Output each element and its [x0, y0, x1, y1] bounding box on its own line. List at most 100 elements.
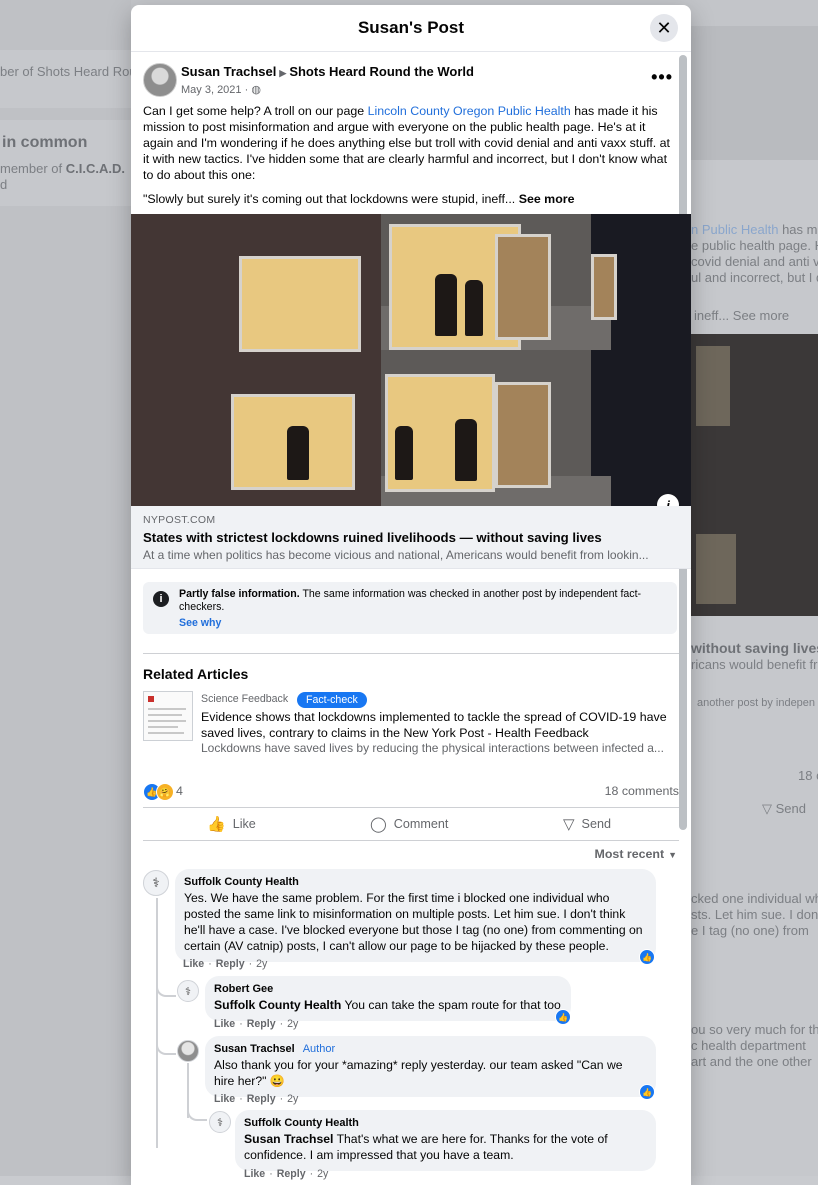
comment-time[interactable]: 2y	[287, 1093, 298, 1105]
post-text: Can I get some help? A troll on our page	[143, 104, 368, 118]
comment-like-link[interactable]: Like	[244, 1168, 265, 1180]
send-label: Send	[581, 817, 611, 831]
related-article-description: Lockdowns have saved lives by reducing t…	[201, 741, 664, 755]
commenter-name[interactable]: Susan Trachsel	[214, 1043, 295, 1055]
reaction-count[interactable]: 4	[176, 784, 183, 798]
post-date: May 3, 2021 · ◍	[181, 83, 261, 96]
comment-reply-link[interactable]: Reply	[247, 1018, 276, 1030]
comment-like-link[interactable]: Like	[214, 1018, 235, 1030]
commenter-name[interactable]: Suffolk County Health	[184, 875, 646, 890]
info-circle-icon: i	[153, 591, 169, 607]
link-preview-image[interactable]	[131, 214, 691, 506]
background-text: e I tag (no one) from	[691, 923, 809, 938]
mention-link[interactable]: Susan Trachsel	[244, 1132, 333, 1146]
background-text: without saving lives	[691, 640, 818, 656]
background-photo	[690, 334, 818, 616]
reaction-summary[interactable]: 👍 🤗 4 18 comments	[143, 782, 679, 802]
thread-elbow	[156, 975, 176, 997]
comment-text: Yes. We have the same problem. For the f…	[184, 891, 643, 953]
caret-down-icon: ▼	[668, 850, 677, 860]
related-source: Science Feedback	[201, 693, 289, 705]
care-reaction-icon: 🤗	[156, 783, 174, 801]
comment-count[interactable]: 18 comments	[605, 784, 679, 798]
modal-header: Susan's Post ✕	[131, 5, 691, 52]
background-text: ber of Shots Heard Rou	[0, 64, 137, 79]
fact-check-badge: Fact-check	[297, 692, 367, 708]
see-why-link[interactable]: See why	[179, 617, 221, 629]
author-avatar[interactable]	[143, 63, 177, 97]
comment-button[interactable]: ◯ Comment	[370, 808, 448, 840]
page-link[interactable]: Lincoln County Oregon Public Health	[368, 104, 571, 118]
like-label: Like	[232, 817, 256, 831]
author-name[interactable]: Susan Trachsel	[181, 64, 276, 79]
thumbnail-line	[148, 708, 186, 710]
commenter-name[interactable]: Suffolk County Health	[244, 1116, 646, 1131]
background-text: ineff... See more	[694, 308, 790, 323]
post-actions: 👍 Like ◯ Comment ▽ Send	[143, 807, 679, 841]
author-badge: Author	[302, 1043, 336, 1055]
window	[495, 234, 551, 340]
comment-time[interactable]: 2y	[317, 1168, 328, 1180]
fact-check-notice: i Partly false information. The same inf…	[143, 582, 677, 634]
thumbs-up-icon: 👍	[207, 816, 226, 833]
commenter-avatar[interactable]	[177, 1040, 199, 1062]
comment-like-icon: 👍	[639, 1084, 655, 1100]
background-text: d	[0, 177, 8, 192]
commenter-avatar[interactable]: ⚕	[143, 870, 169, 896]
comment-time[interactable]: 2y	[287, 1018, 298, 1030]
background-text: ou so very much for the	[691, 1022, 818, 1037]
comment-reply-link[interactable]: Reply	[277, 1168, 306, 1180]
commenter-avatar[interactable]: ⚕	[209, 1111, 231, 1133]
window	[495, 382, 551, 488]
related-article-thumbnail[interactable]	[143, 691, 193, 741]
comment-reply-link[interactable]: Reply	[247, 1093, 276, 1105]
related-articles-heading: Related Articles	[143, 666, 249, 682]
thumbnail-logo	[148, 696, 154, 702]
close-icon: ✕	[656, 17, 672, 38]
thread-line	[156, 898, 158, 1148]
background-text: c health department	[691, 1038, 806, 1053]
comment-bubble: Robert Gee Suffolk County Health You can…	[205, 976, 571, 1021]
post-timestamp[interactable]: May 3, 2021 ·	[181, 84, 251, 96]
like-button[interactable]: 👍 Like	[207, 808, 256, 840]
comment-meta: Like · Reply · 2y	[214, 1093, 299, 1105]
comment-meta: Like · Reply · 2y	[183, 958, 268, 970]
comment-bubble: Susan Trachsel Author Also thank you for …	[205, 1036, 656, 1097]
thumbnail-line	[148, 726, 178, 728]
send-icon: ▽	[563, 816, 575, 833]
link-preview[interactable]: NYPOST.COM States with strictest lockdow…	[131, 506, 691, 569]
mention-link[interactable]: Suffolk County Health	[214, 998, 341, 1012]
comment-bubble: Suffolk County Health Yes. We have the s…	[175, 869, 656, 962]
see-more-link[interactable]: See more	[519, 192, 575, 206]
post-modal: Susan's Post ✕ Susan Trachsel ▶ Shots Hear…	[131, 5, 691, 1185]
send-button[interactable]: ▽ Send	[563, 808, 611, 840]
post-author-line: Susan Trachsel ▶ Shots Heard Round the Wor…	[181, 64, 474, 79]
divider	[143, 653, 679, 654]
close-button[interactable]: ✕	[650, 14, 678, 42]
thumbnail-line	[148, 714, 182, 716]
background-text: ul and incorrect, but I d	[691, 270, 818, 285]
comment-meta: Like · Reply · 2y	[214, 1018, 299, 1030]
comment-like-link[interactable]: Like	[214, 1093, 235, 1105]
comment-meta: Like · Reply · 2y	[244, 1168, 329, 1180]
link-title: States with strictest lockdowns ruined l…	[143, 530, 602, 545]
comment-sort-dropdown[interactable]: Most recent ▼	[595, 847, 677, 861]
person-silhouette	[455, 419, 477, 481]
background-text: member of C.I.C.A.D.	[0, 161, 125, 176]
commenter-name[interactable]: Robert Gee	[214, 982, 561, 997]
commenter-name-line: Susan Trachsel Author	[214, 1042, 646, 1057]
comment-like-icon: 👍	[639, 949, 655, 965]
comment-text: Suffolk County Health You can take the s…	[214, 998, 561, 1012]
comment-time[interactable]: 2y	[256, 958, 267, 970]
background-text: ▽ Send	[762, 801, 806, 816]
background-text: another post by indepen	[697, 697, 816, 709]
window	[239, 256, 361, 352]
background-text: 18 c	[798, 768, 818, 783]
comment-like-link[interactable]: Like	[183, 958, 204, 970]
related-article-title[interactable]: Evidence shows that lockdowns implemente…	[201, 709, 671, 741]
post-body: Can I get some help? A troll on our page…	[143, 103, 679, 215]
group-name[interactable]: Shots Heard Round the World	[289, 64, 474, 79]
more-options-icon[interactable]: •••	[651, 67, 673, 88]
comment-reply-link[interactable]: Reply	[216, 958, 245, 970]
commenter-avatar[interactable]: ⚕	[177, 980, 199, 1002]
